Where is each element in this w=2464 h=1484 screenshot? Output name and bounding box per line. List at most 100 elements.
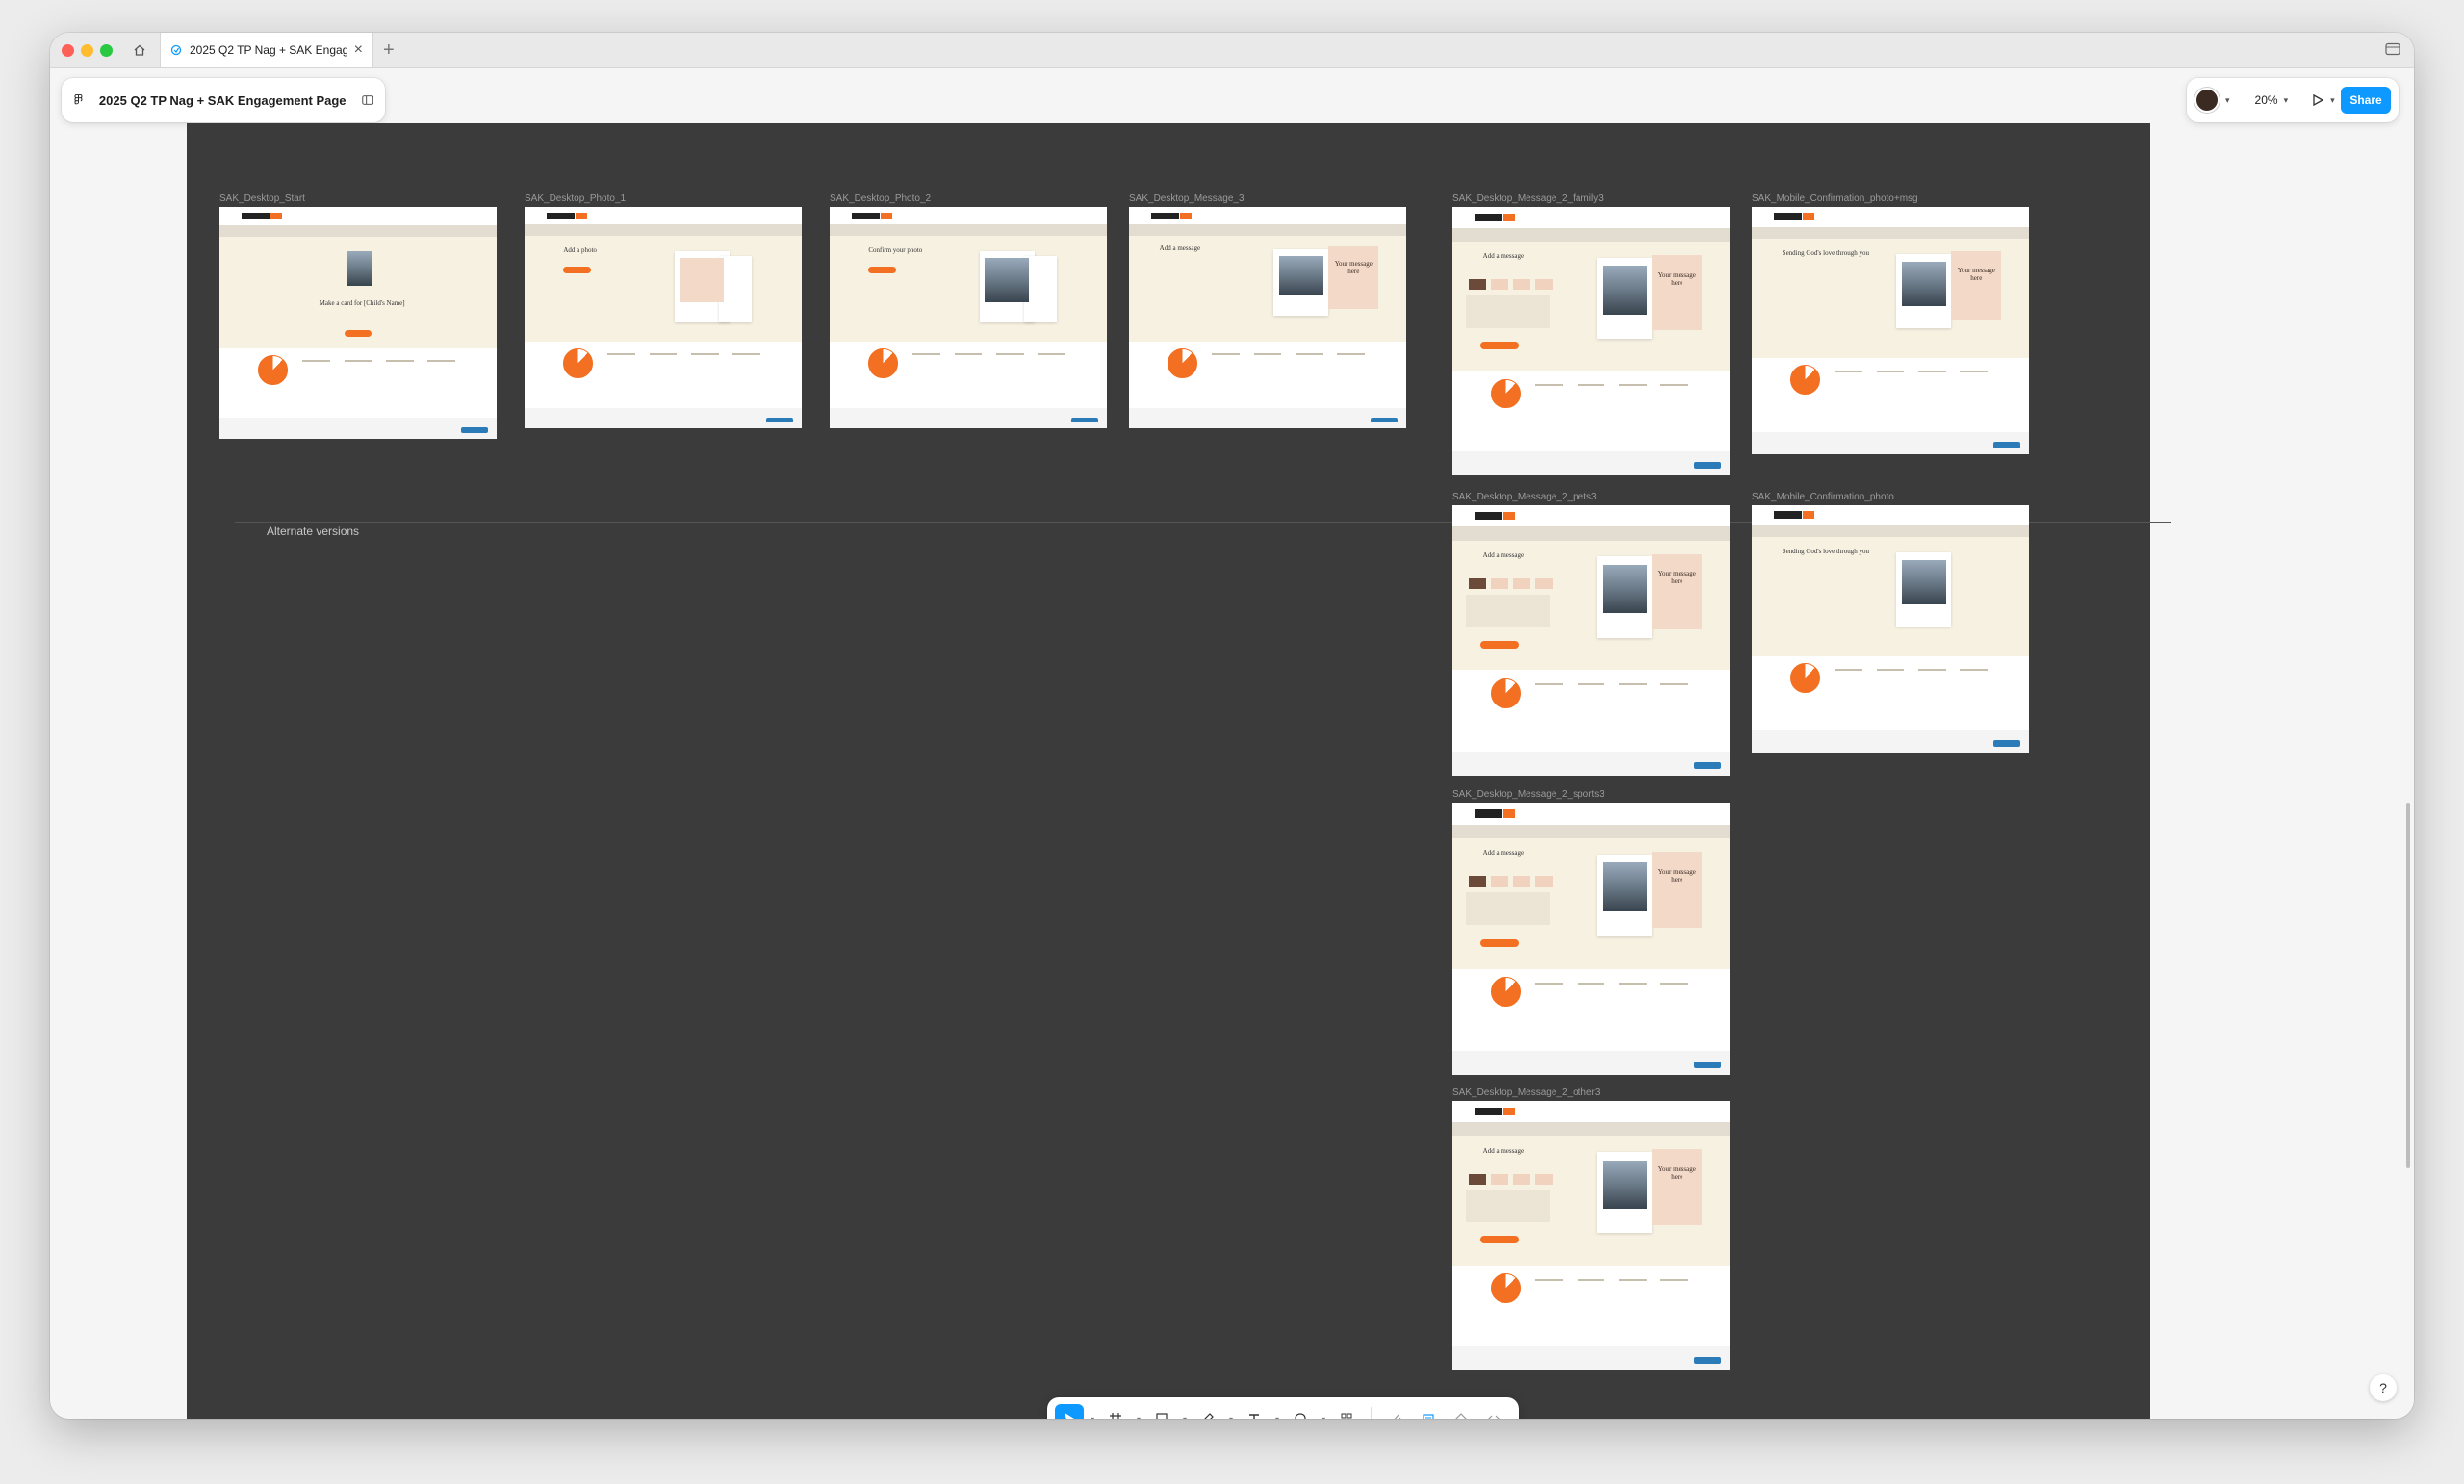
frame-thumbnail[interactable]: Add a message Your message here bbox=[1129, 207, 1406, 428]
frame-thumbnail[interactable]: Add a message Your message here bbox=[1452, 505, 1730, 776]
title-bar: 2025 Q2 TP Nag + SAK Engagement Page × + bbox=[50, 33, 2414, 68]
figma-logo-icon[interactable] bbox=[73, 92, 84, 108]
frame-thumbnail[interactable]: Add a photo bbox=[525, 207, 802, 428]
world-vision-logo bbox=[547, 212, 575, 219]
category-option bbox=[1469, 1173, 1486, 1185]
donation-pie bbox=[868, 348, 899, 378]
window-minimize-button[interactable] bbox=[81, 44, 93, 57]
preview-image bbox=[680, 257, 725, 302]
next-button bbox=[1479, 640, 1520, 649]
upload-button bbox=[868, 267, 897, 273]
impact-text-line bbox=[995, 352, 1024, 355]
move-cursor-icon[interactable] bbox=[1055, 1404, 1084, 1419]
category-option bbox=[1491, 577, 1508, 590]
world-vision-logo bbox=[852, 212, 880, 219]
feedback-button bbox=[1693, 761, 1722, 769]
frame-thumbnail[interactable]: Confirm your photo bbox=[830, 207, 1107, 428]
frame-step-bar bbox=[1452, 228, 1730, 243]
frame-label[interactable]: SAK_Desktop_Message_2_sports3 bbox=[1452, 789, 1604, 800]
impact-text-line bbox=[607, 352, 636, 355]
frame-label[interactable]: SAK_Mobile_Confirmation_photo+msg bbox=[1752, 193, 1918, 204]
close-icon[interactable]: × bbox=[354, 42, 363, 58]
impact-text-line bbox=[1577, 1278, 1605, 1281]
logo-accent bbox=[270, 213, 282, 220]
pen-tool-icon[interactable] bbox=[1194, 1404, 1222, 1419]
preview-photo bbox=[1602, 862, 1647, 912]
sidebar-toggle-icon[interactable] bbox=[2385, 42, 2400, 61]
new-tab-button[interactable]: + bbox=[383, 38, 395, 62]
chevron-down-icon[interactable]: ▾ bbox=[1272, 1415, 1282, 1420]
frame-label[interactable]: SAK_Desktop_Photo_1 bbox=[525, 193, 626, 204]
category-option bbox=[1469, 876, 1486, 887]
chevron-down-icon[interactable]: ▾ bbox=[2284, 95, 2289, 106]
frame-thumbnail[interactable]: Add a message Your message here bbox=[1452, 207, 1730, 475]
frame-step-bar bbox=[1752, 525, 2029, 538]
rectangle-tool-icon[interactable] bbox=[1147, 1404, 1176, 1419]
present-play-icon[interactable] bbox=[2311, 93, 2324, 107]
dev-mode-icon[interactable] bbox=[1479, 1404, 1508, 1419]
chevron-down-icon[interactable]: ▾ bbox=[1319, 1415, 1328, 1420]
chevron-down-icon[interactable]: ▾ bbox=[1180, 1415, 1190, 1420]
home-icon[interactable] bbox=[129, 40, 150, 60]
impact-text-line bbox=[1535, 1278, 1564, 1281]
chevron-down-icon[interactable]: ▾ bbox=[2225, 95, 2230, 106]
draw-mode-icon[interactable] bbox=[1381, 1404, 1410, 1419]
chevron-down-icon[interactable]: ▾ bbox=[2330, 95, 2335, 106]
share-button[interactable]: Share bbox=[2341, 87, 2391, 114]
window-maximize-button[interactable] bbox=[100, 44, 113, 57]
preview-photo bbox=[1901, 559, 1946, 604]
frame-label[interactable]: SAK_Desktop_Message_2_other3 bbox=[1452, 1087, 1600, 1098]
file-name[interactable]: 2025 Q2 TP Nag + SAK Engagement Page bbox=[99, 93, 346, 108]
comment-icon[interactable] bbox=[1286, 1404, 1315, 1419]
chevron-down-icon[interactable]: ▾ bbox=[1134, 1415, 1143, 1420]
chevron-down-icon[interactable]: ▾ bbox=[1226, 1415, 1236, 1420]
impact-text-line bbox=[427, 360, 455, 363]
frame-thumbnail[interactable]: Sending God's love through you Your messa… bbox=[1752, 207, 2029, 454]
frame-thumbnail[interactable]: Add a message Your message here bbox=[1452, 1101, 1730, 1370]
actions-icon[interactable] bbox=[1332, 1404, 1361, 1419]
frame-label[interactable]: SAK_Desktop_Message_2_pets3 bbox=[1452, 492, 1597, 502]
chevron-down-icon[interactable]: ▾ bbox=[1088, 1415, 1097, 1420]
message-textbox bbox=[1466, 295, 1550, 328]
frame-tool-icon[interactable] bbox=[1101, 1404, 1130, 1419]
impact-text-line bbox=[1960, 370, 1988, 372]
design-mode-icon[interactable] bbox=[1414, 1404, 1443, 1419]
category-option bbox=[1513, 577, 1530, 590]
help-button[interactable]: ? bbox=[2370, 1374, 2397, 1401]
feedback-button bbox=[1693, 1061, 1722, 1068]
logo-accent bbox=[881, 212, 892, 219]
section-label: Alternate versions bbox=[267, 525, 360, 538]
frame-label[interactable]: SAK_Desktop_Message_2_family3 bbox=[1452, 193, 1604, 204]
frame-heading: Add a message bbox=[1159, 244, 1201, 253]
frame-heading: Confirm your photo bbox=[868, 246, 923, 255]
frame-label[interactable]: SAK_Desktop_Start bbox=[219, 193, 305, 204]
frame-thumbnail[interactable]: Make a card for [Child's Name] bbox=[219, 207, 497, 439]
frame-heading: Add a message bbox=[1482, 1146, 1525, 1155]
frame-footer bbox=[1129, 408, 1406, 428]
vertical-scrollbar[interactable] bbox=[2406, 803, 2410, 1168]
frame-thumbnail[interactable]: Sending God's love through you bbox=[1752, 505, 2029, 753]
avatar[interactable] bbox=[2194, 88, 2220, 113]
frame-label[interactable]: SAK_Desktop_Message_3 bbox=[1129, 193, 1245, 204]
message-card bbox=[1652, 851, 1703, 929]
zoom-level[interactable]: 20% bbox=[2255, 93, 2278, 107]
sidebar-toggle-icon[interactable] bbox=[361, 93, 373, 107]
feedback-button bbox=[1693, 462, 1722, 470]
components-icon[interactable] bbox=[1447, 1404, 1476, 1419]
frame-heading: Sending God's love through you bbox=[1782, 248, 1869, 257]
window-close-button[interactable] bbox=[62, 44, 74, 57]
world-vision-logo bbox=[1774, 511, 1802, 520]
frame-thumbnail[interactable]: Add a message Your message here bbox=[1452, 803, 1730, 1075]
bottom-toolbar: ▾ ▾ ▾ ▾ ▾ ▾ bbox=[1047, 1397, 1519, 1419]
world-vision-logo bbox=[1774, 213, 1802, 221]
donation-pie bbox=[1168, 348, 1198, 378]
get-started-button bbox=[344, 329, 372, 337]
frame-label[interactable]: SAK_Desktop_Photo_2 bbox=[830, 193, 931, 204]
tab-title: 2025 Q2 TP Nag + SAK Engagement Page bbox=[190, 43, 346, 57]
frame-step-bar bbox=[525, 224, 802, 236]
frame-label[interactable]: SAK_Mobile_Confirmation_photo bbox=[1752, 492, 1894, 502]
text-tool-icon[interactable] bbox=[1240, 1404, 1269, 1419]
feedback-button bbox=[1992, 442, 2021, 448]
file-tab[interactable]: 2025 Q2 TP Nag + SAK Engagement Page × bbox=[160, 33, 373, 67]
logo-accent bbox=[1503, 512, 1515, 521]
